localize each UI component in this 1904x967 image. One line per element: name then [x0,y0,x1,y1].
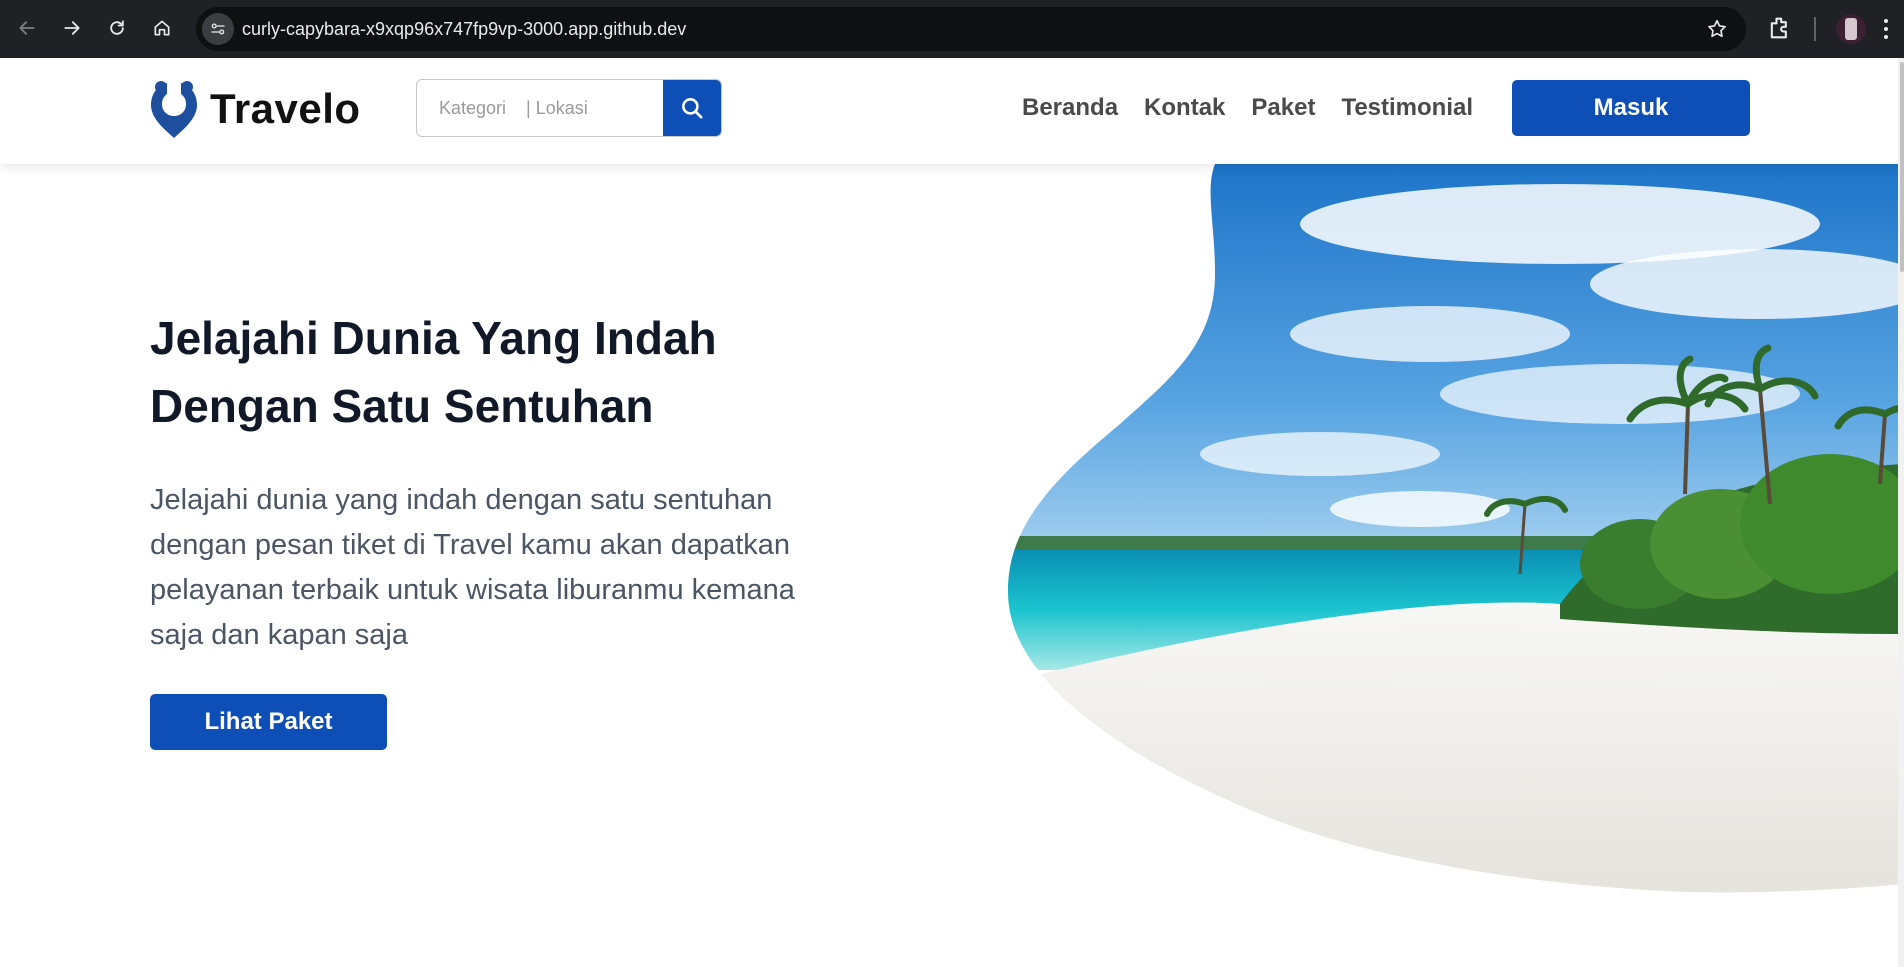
search-button[interactable] [663,80,721,136]
bookmark-star-icon[interactable] [1706,18,1728,40]
main-nav: Beranda Kontak Paket Testimonial [1022,94,1473,122]
search-bar [416,79,722,137]
forward-icon[interactable] [55,11,89,45]
toolbar-divider [1814,17,1816,41]
web-page: Travelo Beranda Kontak Paket Testimonial… [0,58,1904,967]
logo[interactable]: Travelo [148,78,361,140]
back-icon[interactable] [10,11,44,45]
extensions-icon[interactable] [1766,14,1794,42]
location-pin-logo-icon [151,78,197,138]
browser-toolbar: curly-capybara-x9xqp96x747fp9vp-3000.app… [0,0,1904,58]
scrollbar-thumb[interactable] [1900,62,1904,272]
hero-title: Jelajahi Dunia Yang Indah Dengan Satu Se… [150,312,717,432]
nav-link-kontak[interactable]: Kontak [1144,94,1225,122]
logo-text: Travelo [210,85,361,132]
more-menu-icon[interactable] [1880,14,1892,44]
home-icon[interactable] [145,11,179,45]
search-input[interactable] [417,80,663,136]
view-packages-button[interactable]: Lihat Paket [150,694,387,750]
search-icon [682,98,703,119]
url-text[interactable]: curly-capybara-x9xqp96x747fp9vp-3000.app… [242,19,686,40]
profile-avatar[interactable] [1836,14,1866,44]
nav-link-beranda[interactable]: Beranda [1022,94,1118,122]
nav-link-testimonial[interactable]: Testimonial [1341,94,1473,122]
address-bar[interactable]: curly-capybara-x9xqp96x747fp9vp-3000.app… [196,7,1746,51]
beach-hero-image [1007,164,1904,893]
reload-icon[interactable] [100,11,134,45]
page-scrollbar[interactable] [1898,58,1904,967]
site-settings-icon[interactable] [202,13,234,45]
nav-link-paket[interactable]: Paket [1251,94,1315,122]
hero-description: Jelajahi dunia yang indah dengan satu se… [150,484,795,651]
site-navbar: Travelo Beranda Kontak Paket Testimonial… [0,58,1904,164]
login-button[interactable]: Masuk [1512,80,1750,136]
